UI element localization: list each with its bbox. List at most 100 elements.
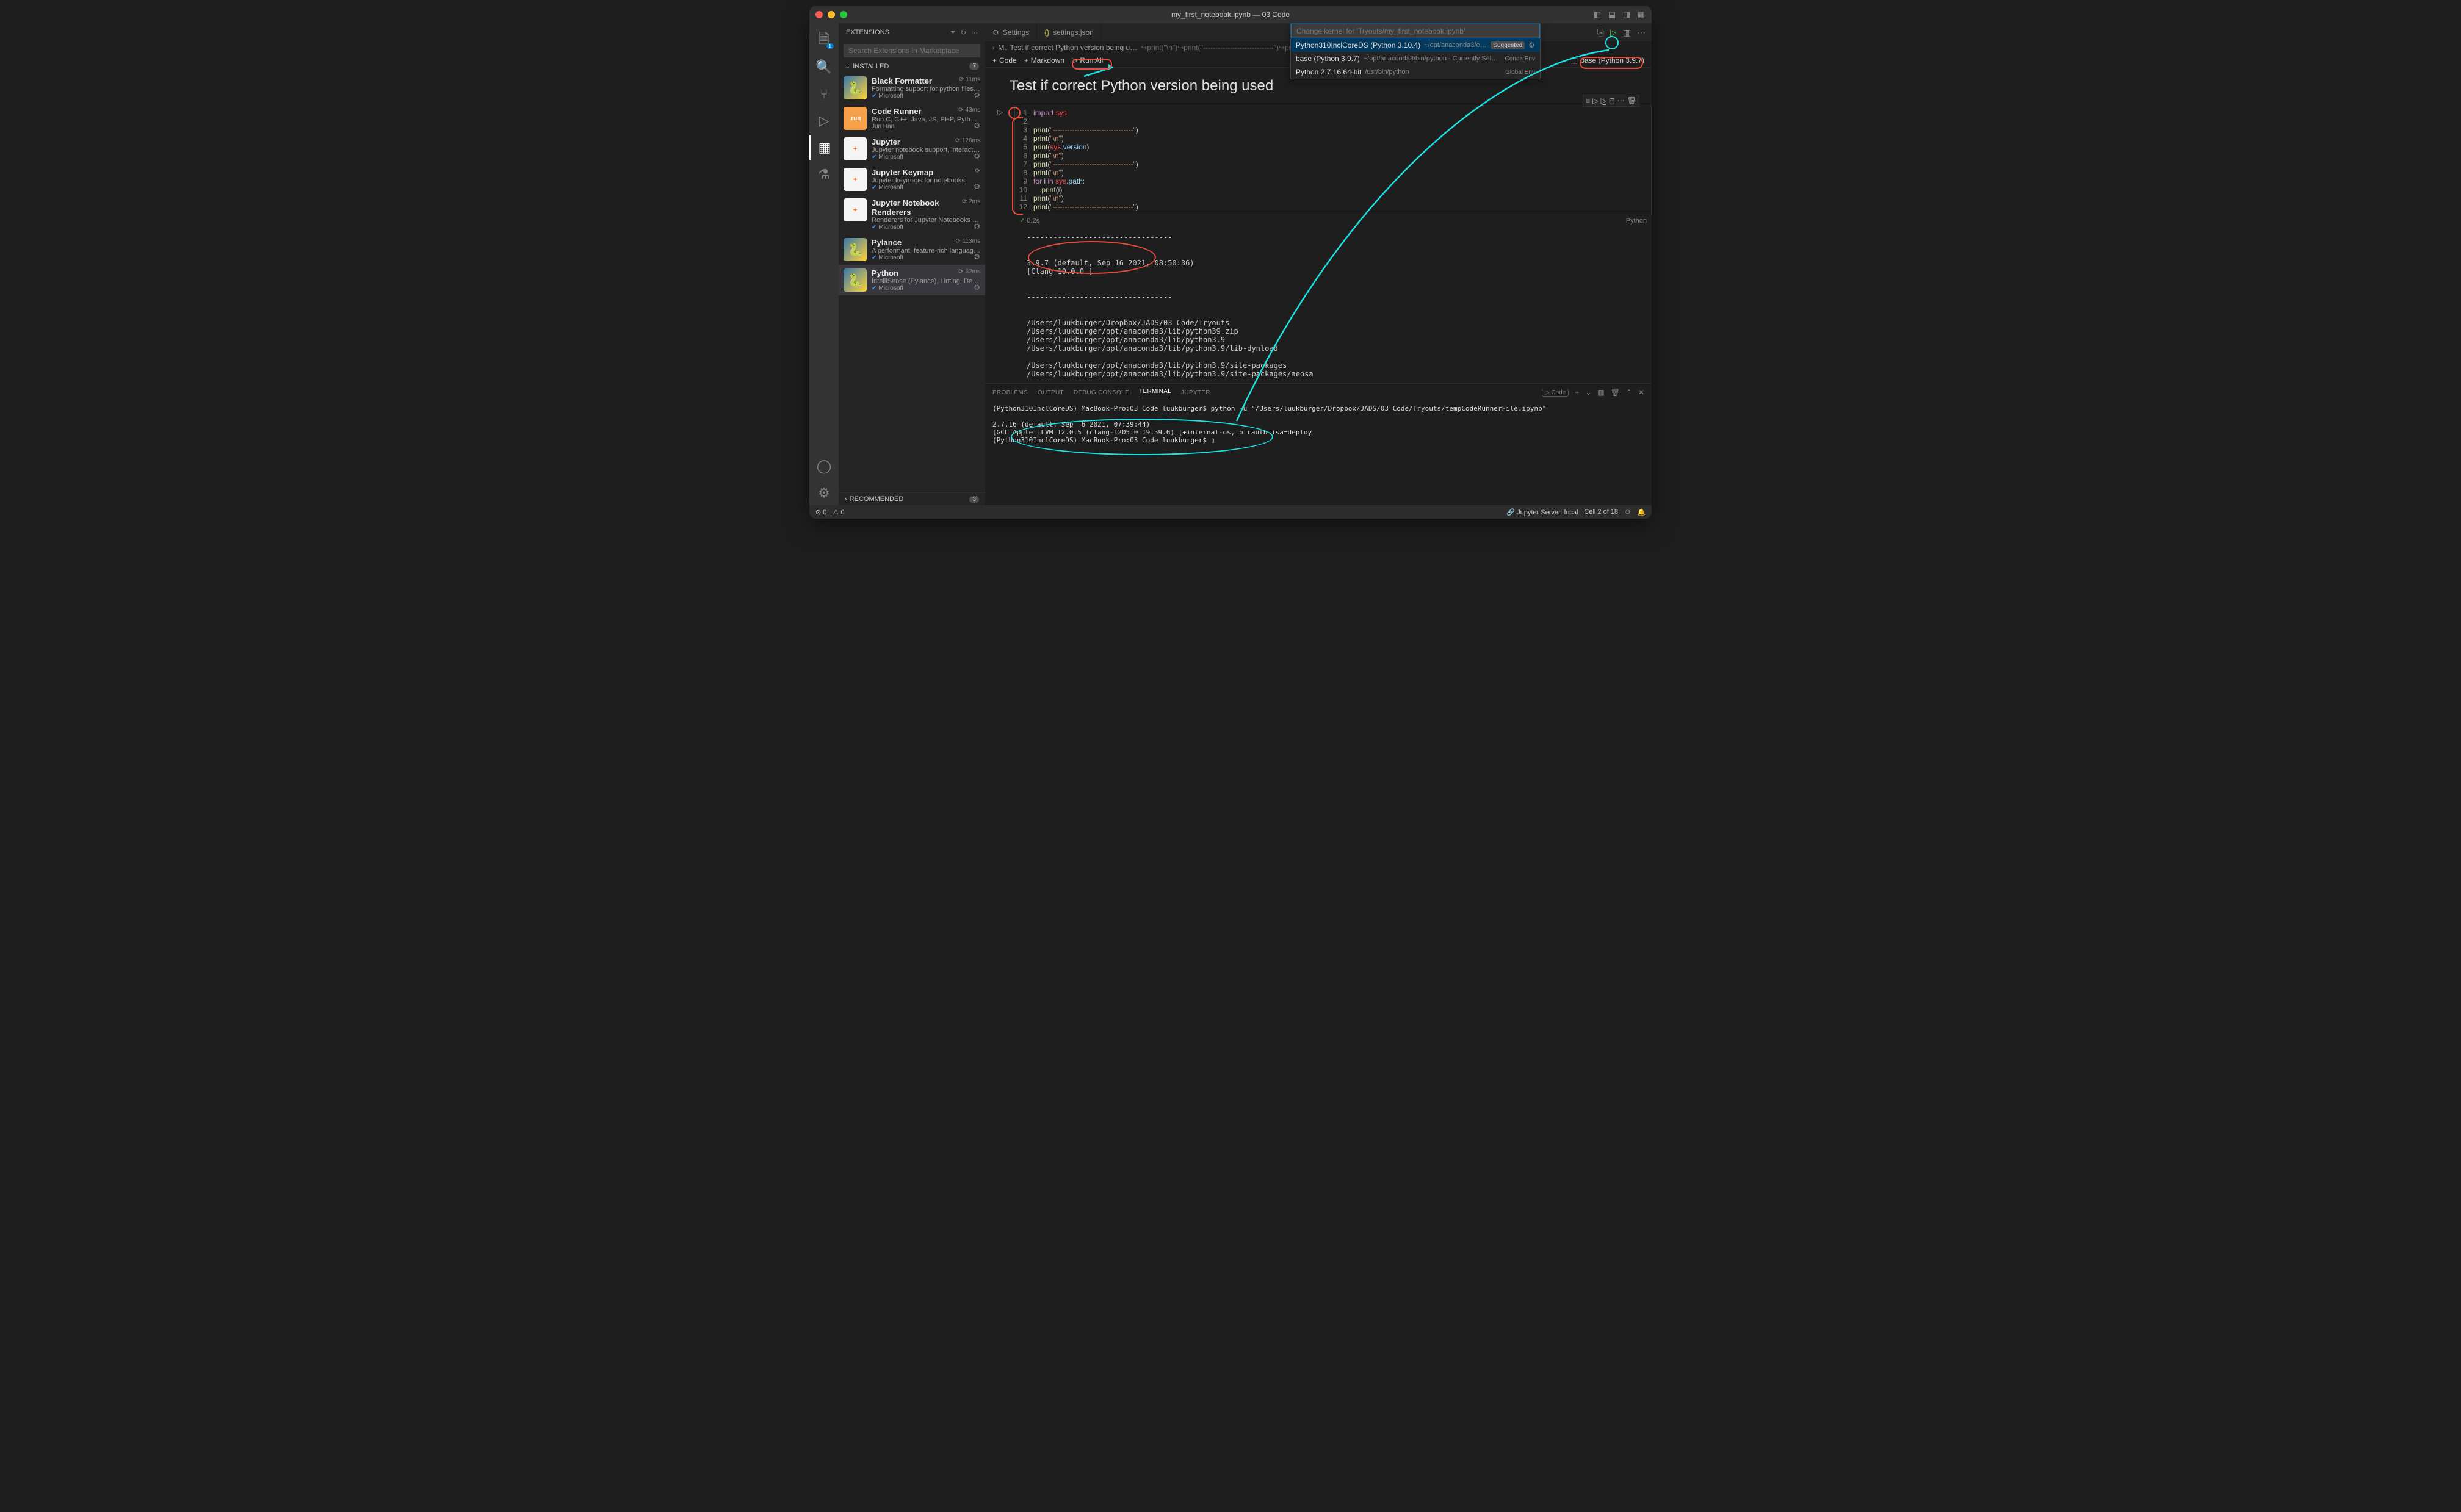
tab-output[interactable]: OUTPUT [1038, 389, 1064, 396]
window-title: my_first_notebook.ipynb — 03 Code [1171, 10, 1290, 19]
status-bar: ⊘ 0 ⚠ 0 🔗 Jupyter Server: local Cell 2 o… [809, 505, 1652, 519]
extension-item[interactable]: .run Code Runner Run C, C++, Java, JS, P… [839, 103, 985, 134]
extensions-icon[interactable]: ▦ [809, 135, 839, 160]
errors-status[interactable]: ⊘ 0 [815, 508, 826, 516]
code-line: 11print("\n") [1015, 194, 1651, 203]
execute-below-icon[interactable]: ▷̲ [1600, 96, 1606, 105]
kernel-option[interactable]: base (Python 3.9.7) ~/opt/anaconda3/bin/… [1291, 52, 1540, 65]
chevron-down-icon[interactable]: ⌄ [1585, 388, 1591, 397]
extension-item[interactable]: 🐍 Black Formatter Formatting support for… [839, 73, 985, 103]
terminal-profile[interactable]: ▷ Code [1542, 389, 1569, 397]
more-icon[interactable]: ⋯ [1617, 96, 1625, 105]
notifications-icon[interactable]: 🔔 [1637, 508, 1646, 516]
delete-cell-icon[interactable]: 🗑 [1627, 96, 1636, 105]
close-panel-icon[interactable]: ✕ [1638, 388, 1644, 397]
code-line: 8print("\n") [1015, 168, 1651, 177]
kernel-search-input[interactable] [1291, 24, 1540, 38]
trash-icon[interactable]: 🗑 [1611, 388, 1620, 397]
minimize-icon[interactable] [828, 11, 835, 18]
refresh-icon[interactable]: ↻ [961, 29, 966, 37]
extension-publisher: ✔Microsoft [872, 254, 980, 261]
installed-section[interactable]: ⌄ INSTALLED 7 [839, 60, 985, 73]
new-terminal-icon[interactable]: + [1575, 388, 1579, 397]
code-cell: ▷ ≡ ▷ ▷̲ ⊟ ⋯ 🗑 1import sys23print("-----… [997, 106, 1652, 383]
extension-desc: Renderers for Jupyter Notebooks (with pl… [872, 217, 980, 224]
cell-position[interactable]: Cell 2 of 18 [1584, 508, 1618, 516]
gear-icon[interactable]: ⚙ [974, 253, 980, 261]
chevron-down-icon: ⌄ [845, 62, 850, 70]
recommended-section[interactable]: › RECOMMENDED 3 [839, 492, 985, 505]
run-icon[interactable]: ▷ [1609, 27, 1618, 38]
execute-above-icon[interactable]: ▷ [1592, 96, 1598, 105]
search-input[interactable] [844, 44, 980, 57]
tab-settings[interactable]: ⚙Settings [985, 23, 1037, 41]
gear-icon[interactable]: ⚙ [974, 152, 980, 160]
split-cell-icon[interactable]: ⊟ [1609, 96, 1615, 105]
extension-time: ⟳ 43ms [958, 107, 980, 113]
gear-icon[interactable]: ⚙ [974, 121, 980, 130]
kernel-option[interactable]: Python310InclCoreDS (Python 3.10.4) ~/op… [1291, 38, 1540, 52]
more-icon[interactable]: ⋯ [971, 29, 978, 37]
extension-item[interactable]: 🐍 Python IntelliSense (Pylance), Linting… [839, 265, 985, 295]
testing-icon[interactable]: ⚗ [809, 162, 839, 187]
play-icon: ▷ [1545, 389, 1550, 396]
gear-icon[interactable]: ⚙ [974, 91, 980, 99]
search-icon[interactable]: 🔍 [809, 55, 839, 79]
tab-jupyter[interactable]: JUPYTER [1181, 389, 1210, 396]
gear-icon: ⚙ [992, 28, 999, 37]
cell-status: ✓ 0.2s Python [1014, 214, 1652, 227]
code-editor[interactable]: 1import sys23print("--------------------… [1014, 106, 1652, 214]
add-markdown-button[interactable]: + Markdown [1024, 56, 1064, 65]
settings-gear-icon[interactable]: ⚙ [809, 481, 839, 505]
tab-debug-console[interactable]: DEBUG CONSOLE [1074, 389, 1129, 396]
customize-layout-icon[interactable]: ▦ [1636, 9, 1647, 20]
extension-item[interactable]: ✦ Jupyter Keymap Jupyter keymaps for not… [839, 164, 985, 195]
extension-desc: Formatting support for python files usin… [872, 85, 980, 93]
add-code-button[interactable]: + Code [992, 56, 1017, 65]
terminal-output[interactable]: (Python310InclCoreDS) MacBook-Pro:03 Cod… [985, 401, 1652, 505]
extension-publisher: ✔Microsoft [872, 224, 980, 231]
tab-bar: ⚙Settings {}settings.json ⎘ ▷ ▥ ⋯ Python… [985, 23, 1652, 41]
extension-item[interactable]: 🐍 Pylance A performant, feature-rich lan… [839, 234, 985, 265]
tab-terminal[interactable]: TERMINAL [1139, 388, 1171, 397]
more-icon[interactable]: ⋯ [1636, 27, 1647, 38]
extension-item[interactable]: ✦ Jupyter Jupyter notebook support, inte… [839, 134, 985, 164]
layout-right-icon[interactable]: ◨ [1621, 9, 1632, 20]
editor-area: ⚙Settings {}settings.json ⎘ ▷ ▥ ⋯ Python… [985, 23, 1652, 505]
filter-icon[interactable]: ⏷ [950, 29, 956, 37]
kernel-option[interactable]: Python 2.7.16 64-bit /usr/bin/python Glo… [1291, 65, 1540, 79]
code-line: 6print("\n") [1015, 151, 1651, 160]
warnings-status[interactable]: ⚠ 0 [833, 508, 844, 516]
layout-left-icon[interactable]: ◧ [1592, 9, 1603, 20]
extension-item[interactable]: ✦ Jupyter Notebook Renderers Renderers f… [839, 195, 985, 234]
gear-icon[interactable]: ⚙ [1528, 41, 1535, 49]
accounts-icon[interactable]: ◯ [809, 454, 839, 478]
run-by-line-icon[interactable]: ≡ [1586, 96, 1590, 105]
maximize-icon[interactable] [840, 11, 847, 18]
tab-problems[interactable]: PROBLEMS [992, 389, 1028, 396]
run-all-button[interactable]: ▷ Run All [1072, 56, 1103, 65]
code-line: 7print("--------------------------------… [1015, 160, 1651, 168]
feedback-icon[interactable]: ☺ [1624, 508, 1631, 516]
split-editor-icon[interactable]: ▥ [1622, 27, 1632, 38]
run-cell-button[interactable]: ▷ [997, 108, 1003, 117]
extension-icon: ✦ [844, 168, 867, 191]
kernel-selector[interactable]: ⬚ base (Python 3.9.7) [1571, 56, 1644, 65]
source-control-icon[interactable]: ⑂ [809, 82, 839, 106]
extension-desc: Jupyter keymaps for notebooks [872, 177, 980, 184]
extension-publisher: ✔Microsoft [872, 184, 980, 191]
gear-icon[interactable]: ⚙ [974, 283, 980, 292]
gear-icon[interactable]: ⚙ [974, 182, 980, 191]
jupyter-server-status[interactable]: 🔗 Jupyter Server: local [1506, 508, 1578, 516]
maximize-panel-icon[interactable]: ⌃ [1626, 388, 1632, 397]
diff-icon[interactable]: ⎘ [1596, 27, 1605, 38]
code-line: 9for i in sys.path: [1015, 177, 1651, 185]
split-terminal-icon[interactable]: ▥ [1597, 388, 1604, 397]
gear-icon[interactable]: ⚙ [974, 222, 980, 231]
extension-time: ⟳ 113ms [956, 238, 980, 245]
close-icon[interactable] [815, 11, 823, 18]
run-debug-icon[interactable]: ▷ [809, 109, 839, 133]
explorer-icon[interactable]: 🗎1 [809, 28, 839, 52]
tab-settings-json[interactable]: {}settings.json [1037, 23, 1102, 41]
layout-bottom-icon[interactable]: ⬓ [1606, 9, 1617, 20]
